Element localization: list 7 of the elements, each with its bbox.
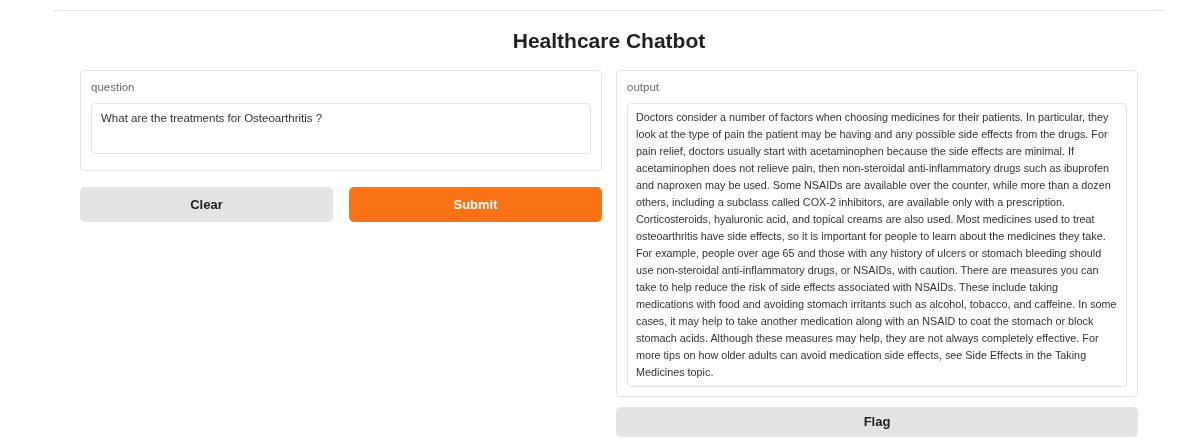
field-label: output [627,80,660,95]
clear-button[interactable]: Clear [80,187,333,222]
output-field[interactable]: Doctors consider a number of factors when choosing medicines for their patients. In particular, they look at the type of pain the patient may be having and any possible side effects from the drugs. For pain relief, doctors usually start with acetaminophen because the side effects are minimal. If acetaminophen does not relieve pain, then non-steroidal anti-inflammatory drugs such as ibuprofen and naproxen may be used. Some NSAIDs are available over the counter, while more than a dozen others, including a subclass called COX-2 inhibitors, are available only with a prescription. Corticosteroids, hyaluronic acid, and topical creams are also used. Most medicines used to treat osteoarthritis have side effects, so it is important for people to learn about the medicines they take. For example, people over age 65 and those with any history of ulcers or stomach bleeding should use non-steroidal anti-inflammatory drugs, or NSAIDs, with caution. There are measures you can take to help reduce the risk of side effects associated with NSAIDs. These include taking medications with food and avoiding stomach irritants such as alcohol, tobacco, and caffeine. In some cases, it may help to take another medication along with an NSAID to coat the stomach or block stomach acids. Although these measures may help, they are not always completely effective. For more tips on how older adults can avoid medication side effects, see Side Effects in the Taking Medicines topic. [627,103,1127,387]
flag-button[interactable]: Flag [616,407,1138,437]
page-title: Healthcare Chatbot [511,28,707,54]
question-field[interactable]: What are the treatments for Osteoarthritis ? [91,103,591,154]
field-label: question [91,80,136,95]
